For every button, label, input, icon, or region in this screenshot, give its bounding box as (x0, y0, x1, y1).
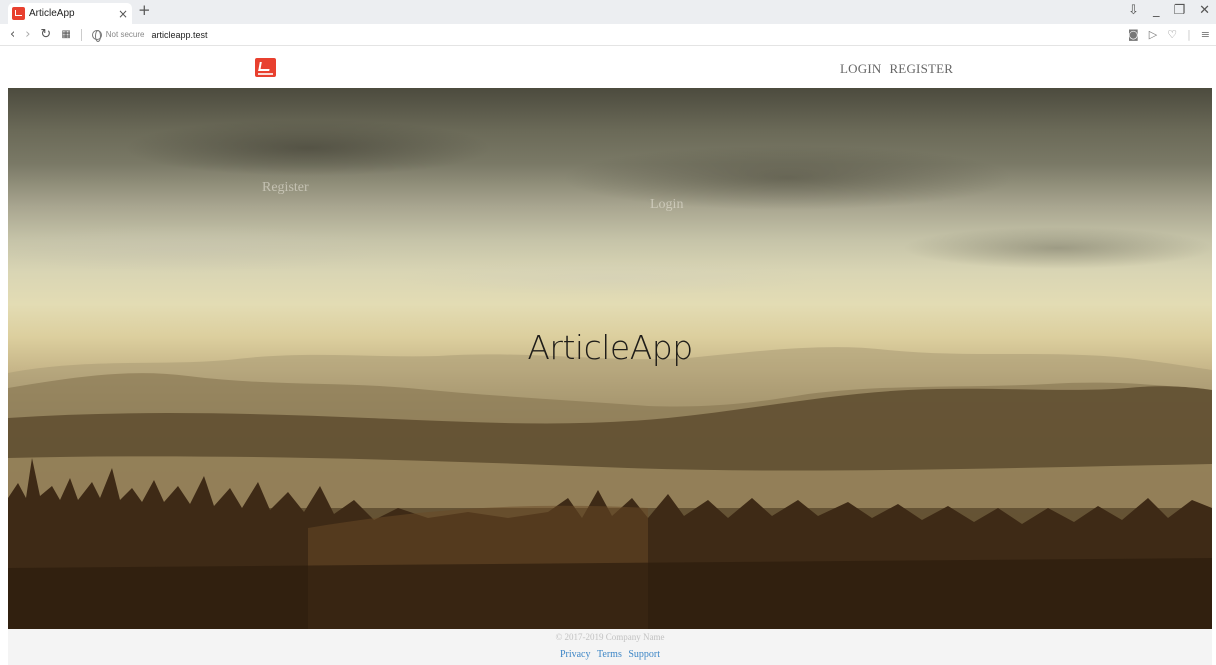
tab-menu-icon[interactable]: ⇩ (1128, 2, 1139, 20)
speed-dial-icon[interactable]: ▦ (61, 29, 70, 40)
back-icon[interactable]: ‹ (10, 28, 15, 41)
hero-login-link[interactable]: Login (650, 197, 683, 213)
close-button[interactable]: ✕ (1199, 2, 1210, 20)
address-bar: ‹ › ↻ ▦ Not secure articleapp.test ◙ ▷ ♡… (0, 24, 1216, 46)
browser-tools: ◙ ▷ ♡ | ≡ (1128, 28, 1210, 41)
laravel-favicon-icon (12, 7, 25, 20)
site-navbar: LOGIN REGISTER (0, 47, 1216, 88)
nav-register-link[interactable]: REGISTER (889, 61, 953, 77)
minimize-button[interactable]: _ (1153, 2, 1160, 20)
tab-close-icon[interactable]: × (118, 8, 128, 20)
nav-links: LOGIN REGISTER (840, 61, 953, 77)
easy-setup-icon[interactable]: ≡ (1201, 28, 1210, 41)
security-status[interactable]: Not secure (106, 30, 145, 39)
restore-button[interactable]: ❐ (1173, 2, 1185, 20)
divider (80, 28, 82, 41)
terms-link[interactable]: Terms (597, 649, 622, 660)
support-link[interactable]: Support (628, 649, 660, 660)
hero-register-link[interactable]: Register (262, 180, 309, 196)
new-tab-button[interactable]: + (138, 3, 151, 18)
privacy-link[interactable]: Privacy (560, 649, 591, 660)
laravel-logo-icon[interactable] (255, 58, 276, 77)
window-controls: ⇩ _ ❐ ✕ (1128, 2, 1210, 20)
footer-links: Privacy Terms Support (8, 649, 1212, 660)
hero-title: ArticleApp (527, 328, 693, 367)
tab-title: ArticleApp (29, 8, 75, 19)
forward-icon[interactable]: › (25, 28, 30, 41)
camera-icon[interactable]: ◙ (1128, 28, 1139, 41)
url-field[interactable]: articleapp.test (151, 30, 207, 40)
send-icon[interactable]: ▷ (1149, 28, 1157, 41)
reload-icon[interactable]: ↻ (40, 28, 51, 41)
divider: | (1187, 28, 1191, 41)
site-footer: © 2017-2019 Company Name Privacy Terms S… (8, 629, 1212, 665)
globe-icon[interactable] (91, 29, 102, 42)
hero-section: Register Login ArticleApp (8, 88, 1212, 629)
heart-icon[interactable]: ♡ (1167, 28, 1177, 41)
browser-tab-bar: ArticleApp × + ⇩ _ ❐ ✕ (0, 0, 1216, 24)
browser-tab[interactable]: ArticleApp × (8, 3, 132, 24)
copyright-text: © 2017-2019 Company Name (555, 632, 665, 642)
nav-login-link[interactable]: LOGIN (840, 61, 881, 77)
